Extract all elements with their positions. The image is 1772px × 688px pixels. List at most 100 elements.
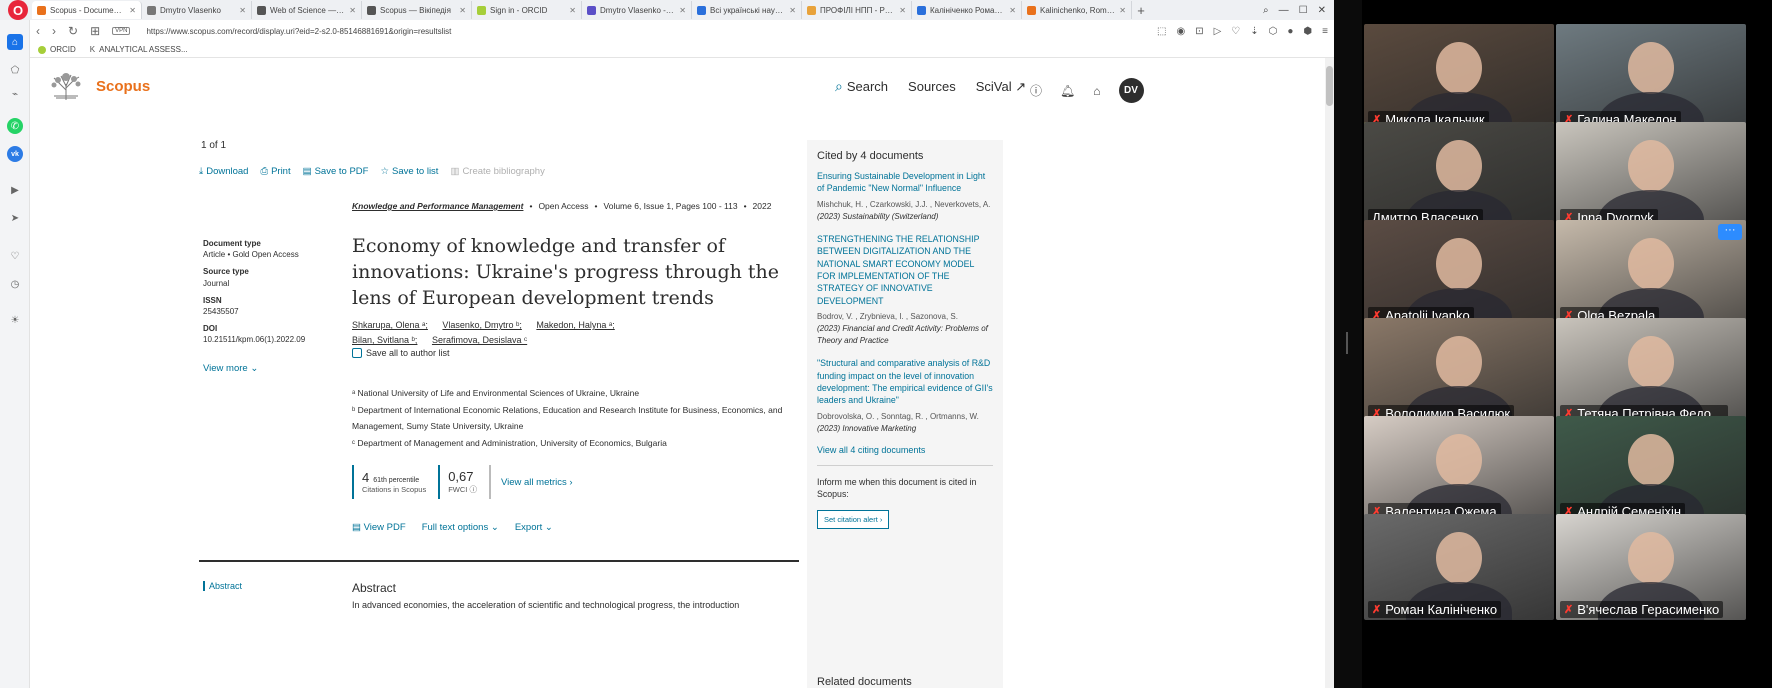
participant-tile[interactable]: ✗ Галина Македон <box>1556 24 1746 130</box>
bookmark-orcid[interactable]: ORCID <box>38 45 76 54</box>
author-link[interactable]: Shkarupa, Olena ᵃ; <box>352 320 428 330</box>
nav-scival[interactable]: SciVal ↗ <box>976 79 1026 95</box>
abstract-nav-link[interactable]: Abstract <box>203 581 242 591</box>
send-icon[interactable]: ➤ <box>7 210 23 226</box>
browser-tab[interactable]: Dmytro Vlasenko ✕ <box>142 1 252 19</box>
citing-title-link[interactable]: STRENGTHENING THE RELATIONSHIP BETWEEN D… <box>817 233 993 307</box>
save-all-authors-button[interactable]: Save all to author list <box>352 348 450 358</box>
heart-bookmark-icon[interactable]: ♡ <box>1231 26 1240 37</box>
tab-grid-icon[interactable]: ⊞ <box>90 24 100 38</box>
divider-grip[interactable] <box>1346 332 1348 354</box>
fwci-metric[interactable]: 0,67 FWCI ⓘ <box>438 465 477 499</box>
help-icon[interactable]: ⓘ <box>1030 82 1042 99</box>
snapshot-icon[interactable]: ⊡ <box>1195 26 1203 37</box>
author-link[interactable]: Makedon, Halyna ᵃ; <box>536 320 614 330</box>
close-tab-icon[interactable]: ✕ <box>1119 6 1126 15</box>
profile-icon[interactable]: ● <box>1287 26 1293 37</box>
menu-icon[interactable]: ≡ <box>1322 26 1328 37</box>
close-tab-icon[interactable]: ✕ <box>239 6 246 15</box>
citations-metric[interactable]: 4 61th percentile Citations in Scopus <box>352 465 426 499</box>
more-options-button[interactable]: ··· <box>1718 224 1742 240</box>
set-citation-alert-button[interactable]: Set citation alert › <box>817 509 890 529</box>
puzzle-icon[interactable]: ⬢ <box>1303 26 1312 37</box>
journal-link[interactable]: Knowledge and Performance Management <box>352 201 523 211</box>
user-avatar[interactable]: DV <box>1118 78 1144 103</box>
citing-title-link[interactable]: "Structural and comparative analysis of … <box>817 357 993 407</box>
participant-tile[interactable]: ✗ Володимир Василюк <box>1364 318 1554 424</box>
browser-tab[interactable]: Kalinichenko, Roman ✕ <box>1022 1 1132 19</box>
close-tab-icon[interactable]: ✕ <box>569 6 576 15</box>
page-action-icon[interactable]: ⬚ <box>1157 26 1166 37</box>
save-pdf-button[interactable]: ▤ Save to PDF <box>303 166 369 177</box>
player-icon[interactable]: ▶ <box>7 182 23 198</box>
participant-tile[interactable]: ✗ Валентина Ожема <box>1364 416 1554 522</box>
scopus-logo[interactable]: Scopus <box>96 78 150 95</box>
home-icon[interactable]: ⌂ <box>7 34 23 50</box>
extensions-icon[interactable]: ⌁ <box>7 86 23 102</box>
minimize-icon[interactable]: — <box>1279 5 1289 16</box>
participant-tile[interactable]: ✗ Inna Dvornyk <box>1556 122 1746 228</box>
page-scrollbar[interactable] <box>1325 58 1334 688</box>
back-icon[interactable]: ‹ <box>36 24 40 38</box>
create-bibliography-button[interactable]: ▥ Create bibliography <box>450 166 544 177</box>
close-tab-icon[interactable]: ✕ <box>899 6 906 15</box>
export-button[interactable]: Export ⌄ <box>515 522 553 533</box>
close-tab-icon[interactable]: ✕ <box>459 6 466 15</box>
history-icon[interactable]: ◷ <box>7 276 23 292</box>
nav-sources[interactable]: Sources <box>908 79 956 94</box>
close-tab-icon[interactable]: ✕ <box>679 6 686 15</box>
browser-tab[interactable]: Всі українські науков ✕ <box>692 1 802 19</box>
participant-tile[interactable]: ✗ Роман Калініченко <box>1364 514 1554 620</box>
author-link[interactable]: Serafimova, Desislava ᶜ <box>432 335 527 345</box>
save-list-button[interactable]: ☆ Save to list <box>380 166 438 177</box>
author-link[interactable]: Vlasenko, Dmytro ᵇ; <box>442 320 521 330</box>
close-tab-icon[interactable]: ✕ <box>1009 6 1016 15</box>
view-all-citing-link[interactable]: View all 4 citing documents <box>817 445 993 455</box>
view-more-link[interactable]: View more ⌄ <box>203 363 258 374</box>
elsevier-tree-icon[interactable] <box>48 70 84 102</box>
search-tabs-icon[interactable]: ⌕ <box>1263 5 1269 16</box>
participant-tile[interactable]: ✗ В'ячеслав Герасименко <box>1556 514 1746 620</box>
browser-tab[interactable]: Sign in - ORCID ✕ <box>472 1 582 19</box>
browser-tab[interactable]: Web of Science — Вікі ✕ <box>252 1 362 19</box>
participant-tile[interactable]: ✗ Тетяна Петрівна Федо… <box>1556 318 1746 424</box>
bell-icon[interactable]: 🔔︎ <box>1060 84 1075 98</box>
browser-tab[interactable]: Калініченко Роман Ан ✕ <box>912 1 1022 19</box>
view-pdf-button[interactable]: ▤ View PDF <box>352 522 406 533</box>
bookmark-analytical[interactable]: K ANALYTICAL ASSESS... <box>90 45 188 54</box>
close-tab-icon[interactable]: ✕ <box>789 6 796 15</box>
address-bar[interactable]: https://www.scopus.com/record/display.ur… <box>146 27 1145 36</box>
cube-icon[interactable]: ⬡ <box>1269 26 1278 37</box>
author-link[interactable]: Bilan, Svitlana ᵇ; <box>352 335 417 345</box>
close-window-icon[interactable]: ✕ <box>1318 5 1326 16</box>
participant-tile[interactable]: ✗ Микола Ікальчик <box>1364 24 1554 130</box>
print-button[interactable]: ⎙ Print <box>260 166 290 177</box>
browser-tab[interactable]: Scopus - Document details✕ <box>32 1 142 19</box>
participant-tile[interactable]: ✗ Anatolii Ivanko <box>1364 220 1554 326</box>
forward-icon[interactable]: › <box>52 24 56 38</box>
scroll-thumb[interactable] <box>1326 66 1333 106</box>
view-all-metrics-link[interactable]: View all metrics › <box>501 477 573 488</box>
lightbulb-icon[interactable]: ☀ <box>7 312 23 328</box>
split-divider[interactable] <box>1334 0 1362 688</box>
opera-logo-icon[interactable]: O <box>8 0 28 20</box>
participant-tile[interactable]: ✗ Андрій Семеніхін <box>1556 416 1746 522</box>
institution-icon[interactable]: ⌂ <box>1093 84 1100 98</box>
maximize-icon[interactable]: ☐ <box>1299 5 1308 16</box>
send-tab-icon[interactable]: ▷ <box>1214 26 1222 37</box>
whatsapp-icon[interactable]: ✆ <box>7 118 23 134</box>
vk-icon[interactable]: vk <box>7 146 23 162</box>
citing-title-link[interactable]: Ensuring Sustainable Development in Ligh… <box>817 170 993 195</box>
close-tab-icon[interactable]: ✕ <box>349 6 356 15</box>
close-tab-icon[interactable]: ✕ <box>129 6 136 15</box>
camera-icon[interactable]: ◉ <box>1176 26 1185 37</box>
browser-tab[interactable]: Scopus — Вікіпедія ✕ <box>362 1 472 19</box>
browser-tab[interactable]: ПРОФІЛІ НПП - РОЗ ✕ <box>802 1 912 19</box>
browser-tab[interactable]: Dmytro Vlasenko - Wei ✕ <box>582 1 692 19</box>
heart-icon[interactable]: ♡ <box>7 248 23 264</box>
new-tab-button[interactable]: + <box>1132 3 1150 18</box>
participant-tile[interactable]: Дмитро Власенко <box>1364 122 1554 228</box>
participant-tile[interactable]: ✗ Olga Bezpala ··· <box>1556 220 1746 326</box>
download-icon[interactable]: ⇣ <box>1250 26 1258 37</box>
full-text-options-button[interactable]: Full text options ⌄ <box>422 522 499 533</box>
